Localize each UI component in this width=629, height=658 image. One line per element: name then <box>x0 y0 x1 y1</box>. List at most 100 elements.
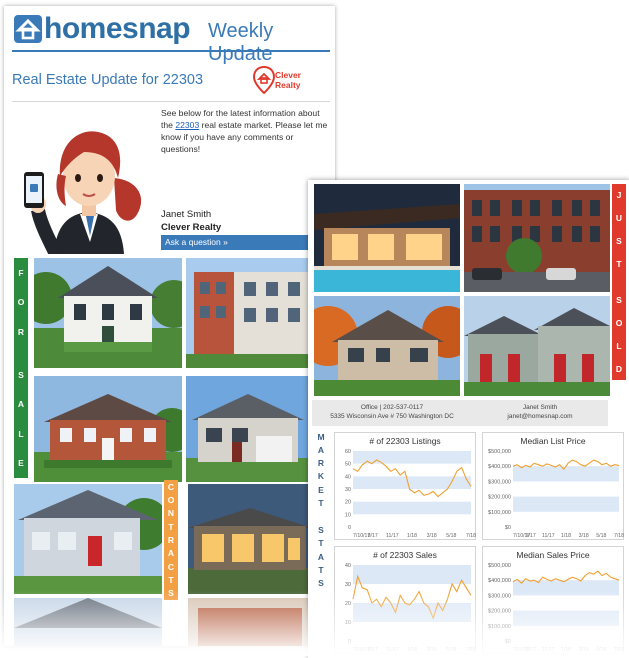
agent-name: Janet Smith <box>161 209 212 220</box>
strip-letter: D <box>615 363 623 374</box>
median-list-price-plot: $0 $100,000 $200,000 $300,000 $400,000 $500,0… <box>488 449 624 539</box>
zip-link[interactable]: 22303 <box>175 120 199 130</box>
sold-photo-2[interactable] <box>464 184 610 292</box>
strip-letter: E <box>18 458 24 469</box>
strip-letter: T <box>616 258 622 269</box>
listing-photo-4[interactable] <box>186 376 310 482</box>
listing-photo-2[interactable] <box>186 258 310 368</box>
strip-letter: T <box>168 574 174 585</box>
contact-agent-name: Janet Smith <box>522 404 558 411</box>
grid-band <box>353 501 471 515</box>
strip-letter: A <box>17 399 25 410</box>
grid-band <box>513 466 619 482</box>
x-tick-label: 1/18 <box>561 533 571 539</box>
strip-letter: O <box>17 297 25 308</box>
x-tick-label: 3/18 <box>427 533 437 539</box>
x-tick-label: 7/18 <box>466 533 476 539</box>
market-stats-label: MARKETSTATS <box>314 430 328 590</box>
just-sold-email: JUSTSOLD Office | 202-537-0117 5335 Wisc… <box>308 180 629 658</box>
y-tick-label: 50 <box>345 462 351 468</box>
x-tick-label: 5/18 <box>596 533 606 539</box>
intro-paragraph: See below for the latest information abo… <box>161 107 329 155</box>
y-tick-label: $500,000 <box>488 563 511 569</box>
agent-illustration <box>24 131 142 254</box>
just-sold-label: JUSTSOLD <box>612 184 626 380</box>
strip-letter: F <box>18 267 24 278</box>
contract-photo-2[interactable] <box>188 484 312 594</box>
grid-band <box>353 451 471 464</box>
strip-letter: L <box>616 340 622 351</box>
y-tick-label: 60 <box>345 449 351 455</box>
homesnap-logo-icon <box>14 15 42 43</box>
strip-letter: S <box>318 525 324 536</box>
office-address: 5335 Wisconsin Ave # 750 Washington DC <box>330 413 454 420</box>
x-tick-label: 7/18 <box>614 533 624 539</box>
sold-photo-3[interactable] <box>314 296 460 396</box>
strip-letter: O <box>167 494 175 505</box>
x-tick-label: 5/18 <box>446 533 456 539</box>
agent-contact: Janet Smith janet@homesnap.com <box>472 403 608 421</box>
y-tick-label: 40 <box>345 563 351 569</box>
strip-letter: U <box>615 213 623 224</box>
clever-logo-line1: Clever <box>275 70 301 80</box>
x-tick-label: 11/17 <box>542 533 555 539</box>
strip-letter: L <box>18 428 24 439</box>
y-tick-label: $300,000 <box>488 479 511 485</box>
y-tick-label: 30 <box>345 487 351 493</box>
median-list-price-chart: Median List Price $0 $100,000 $200,000 $300… <box>482 432 624 540</box>
y-tick-label: $500,000 <box>488 449 511 455</box>
x-tick-label: 9/17 <box>526 533 536 539</box>
clever-logo-line2: Realty <box>275 80 301 90</box>
y-tick-label: $0 <box>505 525 511 531</box>
weekly-update-heading: Weekly Update <box>208 20 274 65</box>
strip-letter: A <box>317 551 325 562</box>
email-title: Real Estate Update for 22303 <box>12 72 204 88</box>
listing-photo-1[interactable] <box>34 258 182 368</box>
listing-photo-3[interactable] <box>34 376 182 482</box>
strip-letter: K <box>317 471 325 482</box>
x-tick-label: 9/17 <box>368 533 378 539</box>
contracts-label: CONTRACTS <box>164 480 178 600</box>
strip-letter: N <box>167 508 175 519</box>
strip-letter: T <box>168 521 174 532</box>
strip-letter: J <box>616 190 622 201</box>
y-tick-label: 20 <box>345 500 351 506</box>
y-tick-label: $400,000 <box>488 578 511 584</box>
y-tick-label: $200,000 <box>488 495 511 501</box>
brand-name: homesnap <box>44 12 191 45</box>
x-tick-label: 3/18 <box>579 533 589 539</box>
bottom-fade <box>0 590 629 656</box>
y-tick-label: 0 <box>348 525 351 531</box>
y-tick-label: $400,000 <box>488 464 511 470</box>
for-sale-label: F O R S A L E <box>14 258 28 478</box>
strip-letter: A <box>167 548 175 559</box>
strip-letter: T <box>318 497 324 508</box>
map-pin-icon <box>253 66 275 94</box>
x-tick-label: 1/18 <box>407 533 417 539</box>
strip-letter: E <box>318 484 324 495</box>
strip-letter: A <box>317 444 325 455</box>
strip-letter: C <box>167 561 175 572</box>
strip-letter: O <box>615 318 623 329</box>
strip-letter: S <box>616 295 622 306</box>
strip-letter: S <box>18 369 24 380</box>
office-phone: Office | 202-537-0117 <box>360 404 424 411</box>
y-tick-label: 30 <box>345 582 351 588</box>
strip-letter: S <box>616 235 622 246</box>
grid-band <box>353 565 471 584</box>
listings-chart-plot: 01020304050607/10/179/17 11/17 1/18 3/18 5/1… <box>345 449 476 539</box>
strip-letter: M <box>317 431 325 442</box>
header-divider <box>12 50 330 52</box>
contact-agent-email[interactable]: janet@homesnap.com <box>472 412 608 421</box>
sold-photo-4[interactable] <box>464 296 610 396</box>
y-tick-label: 10 <box>345 512 351 518</box>
grid-band <box>513 496 619 512</box>
listings-chart: # of 22303 Listings 0 10 20 30 40 50 60 7/10/17… <box>334 432 476 540</box>
sold-photo-1[interactable] <box>314 184 460 292</box>
contract-photo-1[interactable] <box>14 484 162 594</box>
office-info: Office | 202-537-0117 5335 Wisconsin Ave… <box>312 403 472 421</box>
office-contact-bar: Office | 202-537-0117 5335 Wisconsin Ave… <box>312 400 608 426</box>
title-divider <box>12 101 330 102</box>
y-tick-label: $100,000 <box>488 510 511 516</box>
clever-realty-logo: Clever Realty <box>253 64 309 96</box>
